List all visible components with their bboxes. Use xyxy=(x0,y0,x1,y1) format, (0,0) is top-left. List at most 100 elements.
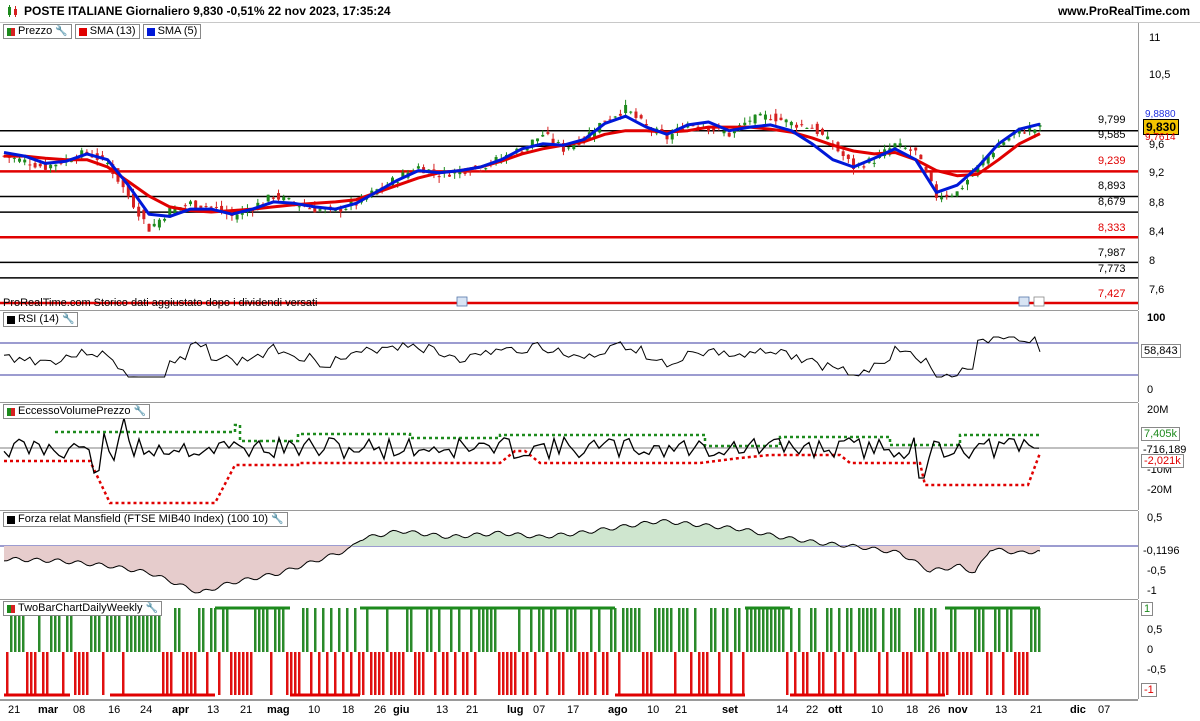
twobar-up-bar xyxy=(262,608,265,652)
twobar-down-bar xyxy=(510,652,513,695)
twobar-up-bar xyxy=(366,608,369,652)
twobar-down-bar xyxy=(78,652,81,695)
candle-body xyxy=(235,214,239,220)
twobar-up-bar xyxy=(850,608,853,652)
twobar-up-bar xyxy=(694,608,697,652)
wrench-icon[interactable]: 🔧 xyxy=(271,513,283,526)
twobar-down-bar xyxy=(578,652,581,695)
twobar-up-bar xyxy=(998,608,1001,652)
twobar-down-bar xyxy=(498,652,501,695)
legend-price[interactable]: Prezzo 🔧 xyxy=(3,24,72,39)
candle-body xyxy=(763,114,767,120)
twobar-up-bar xyxy=(226,608,229,652)
twobar-up-bar xyxy=(922,608,925,652)
twobar-up-bar xyxy=(670,608,673,652)
twobar-up-bar xyxy=(494,608,497,652)
legend-mansfield[interactable]: Forza relat Mansfield (FTSE MIB40 Index)… xyxy=(3,512,288,527)
volume-axis[interactable]: 20M -10M -20M 7,405k -716,189 -2,021k xyxy=(1138,403,1200,510)
twobar-up-bar xyxy=(1030,608,1033,652)
time-axis-label: 26 xyxy=(374,704,387,716)
twobar-up-bar xyxy=(1038,608,1041,652)
twobar-down-bar xyxy=(250,652,253,695)
twobar-up-bar xyxy=(982,608,985,652)
twobar-up-bar xyxy=(874,608,877,652)
twobar-up-bar xyxy=(654,608,657,652)
candle-body xyxy=(137,206,141,217)
level-label: 8,893 xyxy=(1098,180,1126,192)
wrench-icon[interactable]: 🔧 xyxy=(55,25,67,38)
axis-tick: -1 xyxy=(1147,585,1157,597)
twobar-down-bar xyxy=(390,652,393,695)
twobar-up-bar xyxy=(574,608,577,652)
twobar-up-bar xyxy=(1006,608,1009,652)
legend-rsi[interactable]: RSI (14) 🔧 xyxy=(3,312,79,327)
candle-body xyxy=(266,194,270,202)
candle-body xyxy=(308,208,312,210)
twobar-up-bar xyxy=(790,608,793,652)
twobar-down-bar xyxy=(474,652,477,695)
volume-excess-panel[interactable]: EccessoVolumePrezzo 🔧 xyxy=(0,403,1138,511)
candle-body xyxy=(12,157,16,159)
time-axis[interactable]: 21 mar 08 16 24 apr 13 21 mag 10 18 26 giu 13 21 lug 07 1… xyxy=(0,700,1138,721)
twobar-down-bar xyxy=(442,652,445,695)
twobar-down-bar xyxy=(878,652,881,695)
time-axis-label: 07 xyxy=(533,704,546,716)
twobar-panel[interactable]: TwoBarChartDailyWeekly 🔧 xyxy=(0,600,1138,700)
time-axis-label: giu xyxy=(393,704,410,716)
candle-body xyxy=(945,194,949,197)
candle-body xyxy=(629,111,633,113)
twobar-down-bar xyxy=(182,652,185,695)
axis-tick: -0,5 xyxy=(1147,565,1166,577)
legend-sma5[interactable]: SMA (5) xyxy=(142,24,202,39)
rsi-axis[interactable]: 100 0 58,843 xyxy=(1138,311,1200,402)
twobar-up-bar xyxy=(758,608,761,652)
twobar-up-bar xyxy=(538,608,541,652)
time-axis-label: 21 xyxy=(466,704,479,716)
legend-mansfield-label: Forza relat Mansfield (FTSE MIB40 Index)… xyxy=(18,513,269,525)
candle-body xyxy=(639,115,643,119)
wrench-icon[interactable]: 🔧 xyxy=(62,313,74,326)
twobar-up-bar xyxy=(598,608,601,652)
twobar-axis[interactable]: 1 0,5 0 -0,5 -1 xyxy=(1138,600,1200,699)
twobar-down-bar xyxy=(334,652,337,695)
price-legend: Prezzo 🔧 SMA (13) SMA (5) xyxy=(3,24,202,39)
twobar-down-bar xyxy=(310,652,313,695)
candle-body xyxy=(204,206,208,208)
candle-body xyxy=(800,124,804,126)
twobar-down-bar xyxy=(218,652,221,695)
time-axis-label: 14 xyxy=(776,704,789,716)
twobar-down-bar xyxy=(718,652,721,695)
wrench-icon[interactable]: 🔧 xyxy=(146,602,158,615)
mansfield-panel[interactable]: Forza relat Mansfield (FTSE MIB40 Index)… xyxy=(0,511,1138,600)
legend-twobar[interactable]: TwoBarChartDailyWeekly 🔧 xyxy=(3,601,162,616)
candle-body xyxy=(810,127,814,129)
mansfield-axis[interactable]: 0,5 -0,5 -1 -0,1196 xyxy=(1138,511,1200,599)
level-label: 9,239 xyxy=(1098,155,1126,167)
candle-body xyxy=(784,119,788,123)
rsi-panel[interactable]: RSI (14) 🔧 xyxy=(0,311,1138,403)
candle-body xyxy=(551,138,555,144)
twobar-down-bar xyxy=(902,652,905,695)
candle-body xyxy=(748,120,752,122)
twobar-down-bar xyxy=(526,652,529,695)
wrench-icon[interactable]: 🔧 xyxy=(134,405,146,418)
candle-body xyxy=(183,205,187,207)
site-link[interactable]: www.ProRealTime.com xyxy=(1058,4,1190,18)
price-axis[interactable]: 11 10,5 9,6 9,2 8,8 8,4 8 7,6 9,8880 9,8… xyxy=(1138,23,1200,310)
twobar-up-bar xyxy=(314,608,317,652)
twobar-down-bar xyxy=(586,652,589,695)
axis-tick: 100 xyxy=(1147,312,1166,324)
price-panel[interactable]: Prezzo 🔧 SMA (13) SMA (5) ProRealTime.com… xyxy=(0,23,1138,311)
axis-tick: 0,5 xyxy=(1147,512,1163,524)
twobar-down-bar xyxy=(398,652,401,695)
twobar-up-bar xyxy=(722,608,725,652)
candle-body xyxy=(960,188,964,190)
sma5-swatch-icon xyxy=(146,27,155,36)
twobar-down-bar xyxy=(418,652,421,695)
legend-volume-excess[interactable]: EccessoVolumePrezzo 🔧 xyxy=(3,404,150,419)
twobar-up-bar xyxy=(354,608,357,652)
twobar-up-bar xyxy=(566,608,569,652)
twobar-up-bar xyxy=(682,608,685,652)
legend-sma13[interactable]: SMA (13) xyxy=(74,24,140,39)
candle-body xyxy=(463,172,467,174)
